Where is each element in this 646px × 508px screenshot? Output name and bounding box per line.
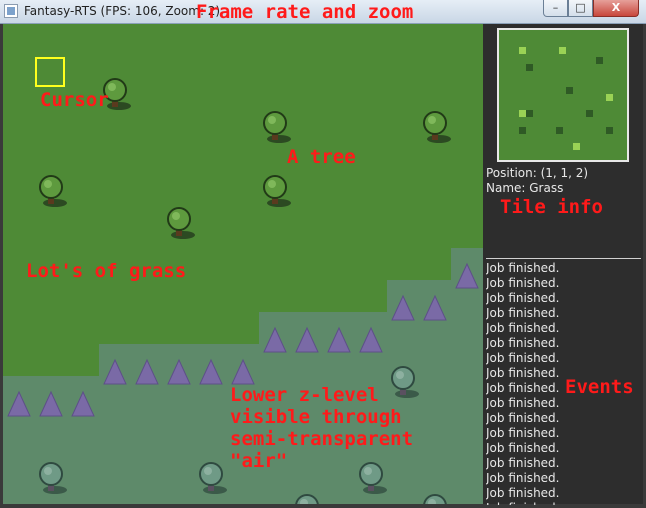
minimap-tile [519,47,526,54]
annotation-tree: A tree [287,146,356,168]
event-line: Job finished. [486,336,560,350]
annotation-frame-rate: Frame rate and zoom [196,1,414,23]
event-line: Job finished. [486,486,560,500]
minimap-tile [519,127,526,134]
minimap-tile [606,94,613,101]
minimap-tile [559,47,566,54]
minimap-tile [606,127,613,134]
event-line: Job finished. [486,441,560,455]
minimap-tile [596,57,603,64]
maximize-button[interactable]: □ [568,0,593,17]
tile-cursor [35,57,65,87]
annotation-events: Events [565,376,634,398]
tile-position: Position: (1, 1, 2) [486,166,589,180]
event-line: Job finished. [486,456,560,470]
event-line: Job finished. [486,321,560,335]
annotation-tile-info: Tile info [500,196,603,218]
event-line: Job finished. [486,411,560,425]
minimap[interactable] [497,28,629,162]
event-line: Job finished. [486,471,560,485]
event-line: Job finished. [486,276,560,290]
close-button[interactable]: X [593,0,639,17]
minimap-tile [586,110,593,117]
minimap-tile [519,110,526,117]
minimize-button[interactable]: – [543,0,568,17]
tile-name: Name: Grass [486,181,564,195]
event-line: Job finished. [486,501,642,505]
minimap-tile [526,64,533,71]
annotation-cursor: Cursor [40,89,109,111]
event-line: Job finished. [486,396,560,410]
minimap-tile [526,110,533,117]
annotation-grass: Lot's of grass [26,260,187,282]
panel-divider [486,258,641,259]
event-line: Job finished. [486,351,560,365]
minimap-tile [566,87,573,94]
event-line: Job finished. [486,426,560,440]
event-line: Job finished. [486,291,560,305]
event-line: Job finished. [486,261,560,275]
app-icon [4,4,18,18]
minimap-tile [556,127,563,134]
window-title: Fantasy-RTS (FPS: 106, Zoom: 2) [24,4,221,18]
event-line: Job finished. [486,306,560,320]
annotation-lower-z: Lower z-level visible through semi-trans… [230,384,414,472]
minimap-tile [573,143,580,150]
